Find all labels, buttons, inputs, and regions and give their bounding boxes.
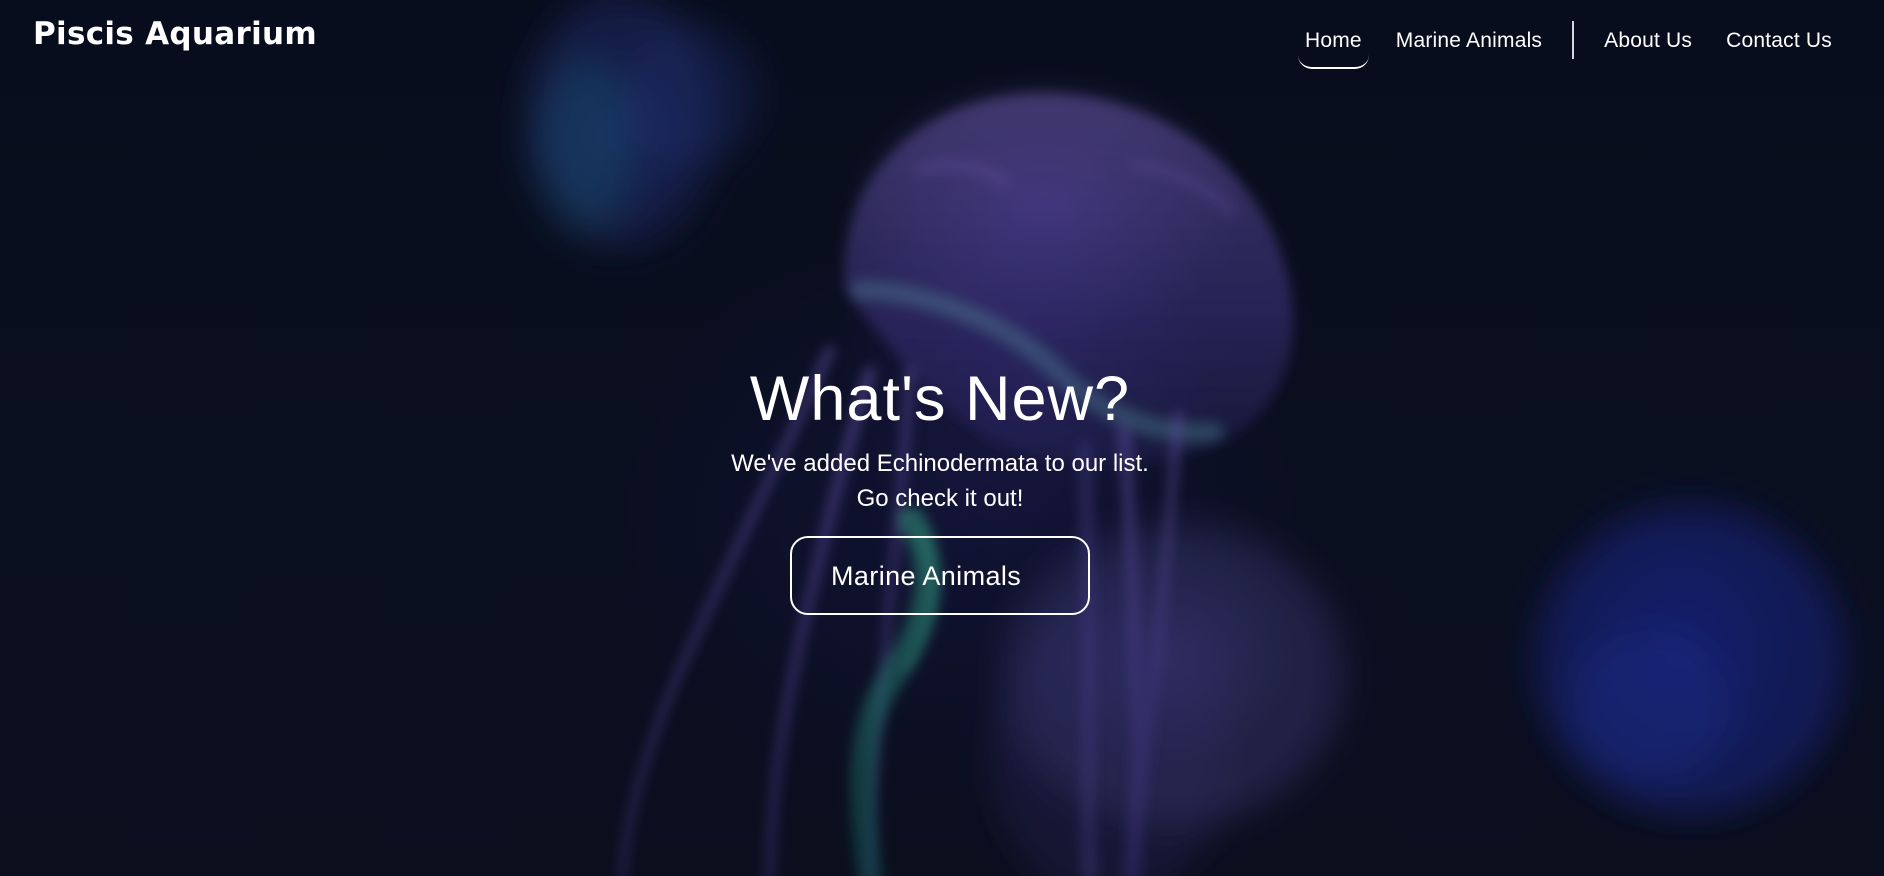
active-link-indicator [1297,55,1369,69]
nav-marine-animals-link[interactable]: Marine Animals [1396,30,1542,51]
nav-contact-us-label: Contact Us [1726,28,1832,52]
hero-headline: What's New? [749,364,1131,434]
nav-contact-us-link[interactable]: Contact Us [1726,30,1832,51]
hero-subtext-line-2: Go check it out! [856,485,1024,512]
hero-section: What's New? We've added Echinodermata to… [0,0,1884,876]
nav-marine-animals-label: Marine Animals [1395,28,1543,52]
nav-about-us-link[interactable]: About Us [1604,30,1692,51]
nav-home-label: Home [1304,28,1362,52]
site-logo[interactable]: Piscis Aquarium [33,16,317,52]
nav-divider [1572,21,1575,59]
homepage: Piscis Aquarium Home Marine Animals Abou… [0,0,1884,876]
hero-subtext-line-1: We've added Echinodermata to our list. [731,450,1149,477]
main-nav-links: Home Marine Animals About Us Contact Us [1297,0,1832,80]
nav-about-us-label: About Us [1604,28,1693,52]
nav-home-link[interactable]: Home [1297,28,1369,69]
top-navigation: Piscis Aquarium Home Marine Animals Abou… [0,0,1884,80]
marine-animals-cta-label: Marine Animals [831,561,1022,591]
marine-animals-cta-button[interactable]: Marine Animals [790,536,1090,615]
